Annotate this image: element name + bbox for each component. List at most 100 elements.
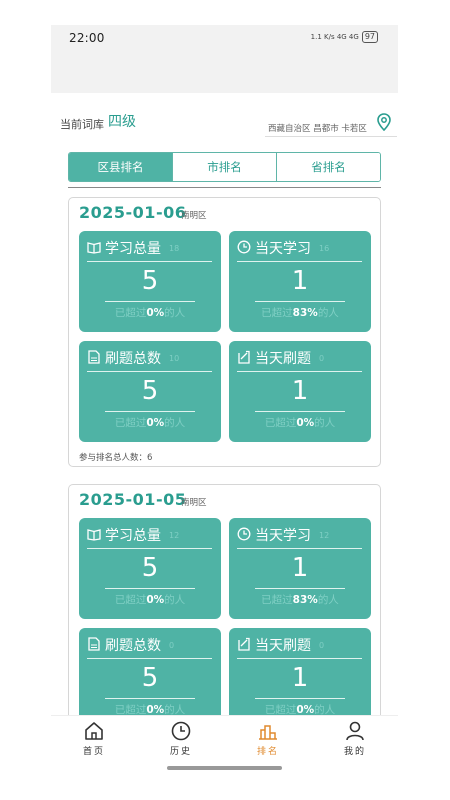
status-bar: 22:00 1.1 K/s 4G 4G 97: [51, 25, 398, 93]
status-icons: 1.1 K/s 4G 4G 97: [311, 31, 378, 43]
tile-percent: 0%: [146, 594, 165, 606]
tile-title: 学习总量: [105, 241, 161, 257]
card-district: 南明区: [181, 211, 207, 221]
location-divider: [265, 136, 397, 137]
nav-profile[interactable]: 我的: [325, 720, 385, 757]
tile-title: 刷题总数: [105, 638, 161, 654]
library-label: 当前词库: [60, 118, 104, 131]
battery-icon: 97: [361, 31, 378, 43]
stat-tile-total-study: 学习总量 12 5 已超过0%的人: [79, 518, 221, 619]
tile-value: 1: [291, 553, 309, 583]
home-icon: [85, 722, 103, 740]
tabs-divider: [68, 187, 381, 188]
tile-divider: [105, 411, 195, 412]
ranking-tabs: 区县排名 市排名 省排名: [68, 152, 381, 182]
tile-value: 5: [141, 663, 159, 693]
nav-label: 我的: [343, 747, 366, 757]
tile-title: 当天刷题: [255, 638, 311, 654]
tile-divider: [237, 261, 362, 262]
tile-rank: 16: [319, 244, 330, 253]
stat-tile-today-questions: 当天刷题 0 1 已超过0%的人: [229, 341, 371, 442]
stat-tile-total-questions: 刷题总数 10 5 已超过0%的人: [79, 341, 221, 442]
tile-footer: 已超过83%的人: [261, 307, 339, 319]
tile-title: 学习总量: [105, 528, 161, 544]
stat-tile-total-questions: 刷题总数 0 5 已超过0%的人: [79, 628, 221, 729]
card-district: 南明区: [181, 498, 207, 508]
stat-tile-total-study: 学习总量 18 5 已超过0%的人: [79, 231, 221, 332]
tile-rank: 12: [319, 531, 330, 540]
nav-ranking[interactable]: 排名: [238, 720, 298, 757]
tab-province-ranking[interactable]: 省排名: [276, 153, 380, 181]
location-text[interactable]: 西藏自治区 昌都市 卡若区: [268, 122, 367, 134]
ranking-card: 2025-01-05 南明区 学习总量 12 5 已超过0%的人 当天学习 12…: [68, 484, 381, 744]
tile-divider: [87, 371, 212, 372]
tile-title: 刷题总数: [105, 351, 161, 367]
status-time: 22:00: [69, 31, 105, 45]
tile-divider: [255, 411, 345, 412]
clock-icon: [237, 527, 251, 541]
tile-rank: 0: [319, 354, 325, 363]
card-date: 2025-01-05: [79, 490, 187, 509]
tile-value: 5: [141, 376, 159, 406]
signal-text: 1.1 K/s 4G 4G: [310, 33, 359, 41]
tile-footer: 已超过0%的人: [114, 307, 186, 319]
history-clock-icon: [171, 721, 191, 741]
tile-title: 当天学习: [255, 241, 311, 257]
tile-title: 当天学习: [255, 528, 311, 544]
library-value[interactable]: 四级: [108, 111, 136, 131]
home-indicator[interactable]: [167, 766, 282, 770]
nav-label: 首页: [82, 747, 105, 757]
card-date: 2025-01-06: [79, 203, 187, 222]
tile-rank: 0: [319, 641, 325, 650]
tile-divider: [105, 301, 195, 302]
tile-divider: [87, 261, 212, 262]
nav-label: 排名: [256, 747, 279, 757]
tile-divider: [105, 698, 195, 699]
tile-divider: [255, 588, 345, 589]
document-icon: [88, 637, 100, 651]
nav-history[interactable]: 历史: [151, 720, 211, 757]
tile-rank: 12: [169, 531, 180, 540]
tile-footer: 已超过0%的人: [114, 594, 186, 606]
tile-rank: 10: [169, 354, 180, 363]
tile-divider: [87, 658, 212, 659]
tile-percent: 83%: [292, 594, 318, 606]
tile-rank: 18: [169, 244, 180, 253]
stat-tile-today-questions: 当天刷题 0 1 已超过0%的人: [229, 628, 371, 729]
location-pin-icon[interactable]: [376, 113, 392, 131]
tile-divider: [237, 548, 362, 549]
user-icon: [346, 721, 364, 741]
tile-divider: [237, 658, 362, 659]
edit-icon: [238, 637, 250, 651]
book-icon: [87, 529, 101, 541]
tile-value: 1: [291, 266, 309, 296]
participants-count: 参与排名总人数：6: [79, 453, 153, 463]
tile-value: 5: [141, 553, 159, 583]
tile-footer: 已超过0%的人: [114, 417, 186, 429]
nav-label: 历史: [169, 747, 192, 757]
tile-rank: 0: [169, 641, 175, 650]
tile-percent: 83%: [292, 307, 318, 319]
ranking-icon: [259, 725, 277, 740]
tile-divider: [255, 301, 345, 302]
tile-value: 1: [291, 376, 309, 406]
tile-footer: 已超过83%的人: [261, 594, 339, 606]
clock-icon: [237, 240, 251, 254]
book-icon: [87, 242, 101, 254]
tab-county-ranking[interactable]: 区县排名: [69, 153, 172, 181]
tile-value: 5: [141, 266, 159, 296]
tile-title: 当天刷题: [255, 351, 311, 367]
ranking-card: 2025-01-06 南明区 学习总量 18 5 已超过0%的人 当天学习 16…: [68, 197, 381, 467]
tile-value: 1: [291, 663, 309, 693]
stat-tile-today-study: 当天学习 16 1 已超过83%的人: [229, 231, 371, 332]
document-icon: [88, 350, 100, 364]
stat-tile-today-study: 当天学习 12 1 已超过83%的人: [229, 518, 371, 619]
tile-divider: [87, 548, 212, 549]
nav-home[interactable]: 首页: [64, 720, 124, 757]
tile-divider: [237, 371, 362, 372]
tile-percent: 0%: [146, 417, 165, 429]
edit-icon: [238, 350, 250, 364]
tile-percent: 0%: [146, 307, 165, 319]
tile-percent: 0%: [296, 417, 315, 429]
tab-city-ranking[interactable]: 市排名: [172, 153, 276, 181]
